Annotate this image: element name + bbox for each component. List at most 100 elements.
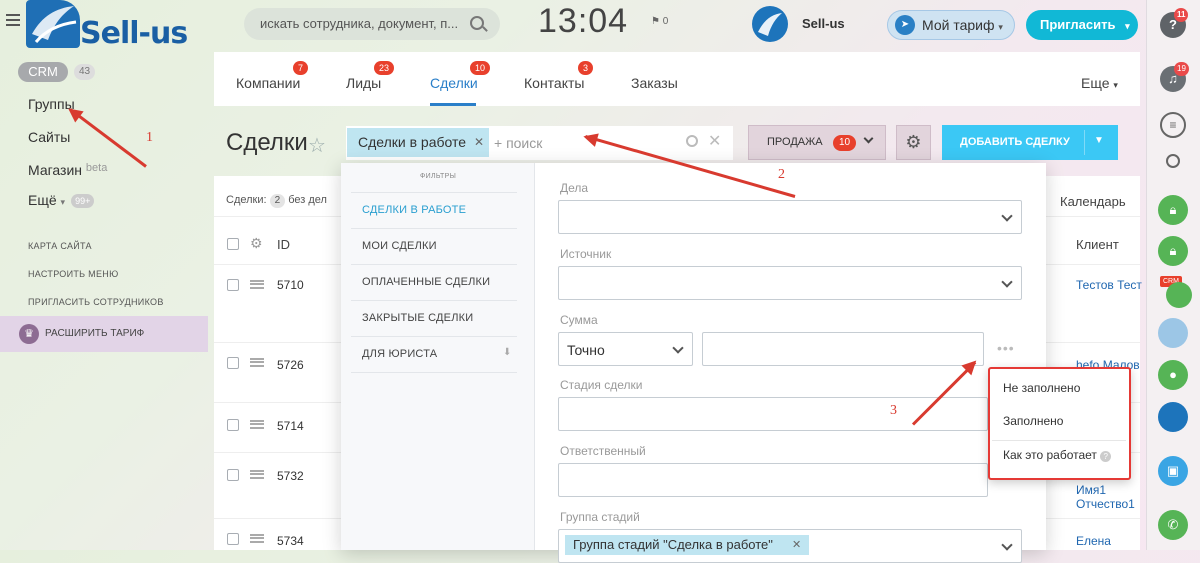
star-icon[interactable]: ☆	[308, 133, 326, 158]
filter-search-input[interactable]: + поиск	[494, 135, 542, 151]
row-checkbox[interactable]	[227, 469, 239, 481]
column-id-header[interactable]: ID	[277, 237, 290, 252]
select-all-checkbox[interactable]	[227, 238, 239, 250]
row-checkbox[interactable]	[227, 533, 239, 545]
pin-icon[interactable]: ⬇	[503, 347, 511, 358]
global-search-input[interactable]: искать сотрудника, документ, п...	[244, 8, 500, 40]
clock[interactable]: 13:04	[538, 2, 628, 41]
tab-more[interactable]: Еще ▾	[1081, 75, 1118, 91]
menu-icon[interactable]	[6, 14, 20, 26]
sidebar-item-shop[interactable]: Магазин beta	[28, 162, 107, 178]
tab-leads[interactable]: Лиды 23	[346, 61, 395, 91]
user-network-icon[interactable]	[1158, 318, 1188, 348]
amount-mode-value: Точно	[567, 342, 605, 358]
lock-icon[interactable]: 🔒︎	[1158, 236, 1188, 266]
menu-item-empty[interactable]: Не заполнено	[1003, 381, 1080, 395]
amount-mode-select[interactable]: Точно	[558, 332, 693, 366]
search-icon[interactable]	[686, 135, 698, 147]
preset-for-lawyer[interactable]: ДЛЯ ЮРИСТА	[362, 348, 516, 360]
flag-count: 0	[662, 16, 669, 27]
remove-filter-icon[interactable]: ✕	[474, 135, 484, 149]
help-icon[interactable]: ?	[1100, 451, 1112, 462]
flag-counter[interactable]: ⚑ 0	[651, 16, 668, 27]
row-menu-icon[interactable]	[250, 470, 264, 479]
row-id[interactable]: 5714	[277, 419, 304, 433]
crm-bot-icon[interactable]: CRM	[1160, 276, 1196, 308]
tab-contacts[interactable]: Контакты 3	[524, 61, 594, 91]
row-menu-icon[interactable]	[250, 358, 264, 367]
add-deal-button[interactable]: ДОБАВИТЬ СДЕЛКУ	[942, 125, 1118, 160]
gear-icon: ⚙	[905, 132, 922, 152]
preset-my-deals[interactable]: МОИ СДЕЛКИ	[362, 240, 516, 252]
close-icon[interactable]: ✕	[708, 131, 721, 151]
phone-icon[interactable]: ✆	[1158, 510, 1188, 540]
row-client[interactable]: Тестов Тест	[1076, 278, 1142, 292]
field-label-source: Источник	[560, 247, 612, 261]
sidebar-item-crm[interactable]: CRM	[18, 62, 68, 82]
more-badge: 99+	[71, 194, 95, 209]
right-search-icon[interactable]	[1166, 154, 1180, 168]
search-icon[interactable]	[470, 16, 484, 30]
tab-deals[interactable]: Сделки 10	[430, 61, 491, 91]
preset-closed-deals[interactable]: ЗАКРЫТЫЕ СДЕЛКИ	[362, 312, 516, 324]
invite-label: Пригласить	[1040, 17, 1116, 32]
preset-divider	[351, 372, 517, 373]
lock-icon[interactable]: 🔒︎	[1158, 195, 1188, 225]
company-icon[interactable]	[1158, 402, 1188, 432]
invite-employees-link[interactable]: ПРИГЛАСИТЬ СОТРУДНИКОВ	[28, 297, 164, 307]
logo-icon[interactable]	[26, 0, 80, 48]
amount-input[interactable]	[702, 332, 984, 366]
more-options-icon[interactable]: •••	[997, 340, 1015, 356]
chevron-down-icon	[1001, 210, 1013, 222]
tab-orders[interactable]: Заказы	[631, 75, 678, 91]
configure-menu-link[interactable]: НАСТРОИТЬ МЕНЮ	[28, 269, 118, 279]
row-menu-icon[interactable]	[250, 534, 264, 543]
menu-item-filled[interactable]: Заполнено	[1003, 414, 1063, 428]
company-avatar-icon[interactable]	[752, 6, 788, 42]
calendar-link[interactable]: Календарь	[1060, 194, 1126, 209]
gear-icon[interactable]: ⚙	[250, 235, 263, 252]
document-icon[interactable]: ▣	[1158, 456, 1188, 486]
row-checkbox[interactable]	[227, 419, 239, 431]
active-filter-tag[interactable]: Сделки в работе	[347, 128, 489, 157]
row-checkbox[interactable]	[227, 279, 239, 291]
row-id[interactable]: 5710	[277, 278, 304, 292]
logo-text[interactable]: Sell-us	[80, 16, 188, 51]
row-id[interactable]: 5734	[277, 534, 304, 548]
row-id[interactable]: 5726	[277, 358, 304, 372]
sidebar-item-more[interactable]: Ещё ▾ 99+	[28, 192, 95, 209]
row-menu-icon[interactable]	[250, 420, 264, 429]
deals-select[interactable]	[558, 200, 1022, 234]
responsible-input[interactable]	[558, 463, 988, 497]
chevron-down-icon[interactable]: ▼	[1094, 135, 1104, 146]
menu-item-how-it-works[interactable]: Как это работает ?	[1003, 448, 1112, 462]
preset-paid-deals[interactable]: ОПЛАЧЕННЫЕ СДЕЛКИ	[362, 276, 516, 288]
page-title: Сделки	[226, 129, 308, 156]
bell-icon[interactable]: ♫ 19	[1160, 62, 1189, 92]
settings-button[interactable]: ⚙	[896, 125, 931, 160]
column-client-header[interactable]: Клиент	[1076, 237, 1119, 252]
company-name[interactable]: Sell-us	[802, 16, 845, 31]
tab-label: Лиды	[346, 75, 382, 91]
stage-group-tag[interactable]: Группа стадий "Сделка в работе"	[565, 535, 809, 555]
preset-deals-in-progress[interactable]: СДЕЛКИ В РАБОТЕ	[362, 204, 516, 216]
sitemap-link[interactable]: КАРТА САЙТА	[28, 241, 92, 251]
summary-label: Сделки:	[226, 194, 267, 206]
help-icon[interactable]: ? 11	[1160, 8, 1189, 38]
source-select[interactable]	[558, 266, 1022, 300]
row-client[interactable]: Елена	[1076, 534, 1111, 548]
chat-icon[interactable]: ≡	[1160, 112, 1186, 138]
pipeline-button[interactable]: ПРОДАЖА	[748, 125, 886, 160]
row-menu-icon[interactable]	[250, 280, 264, 289]
tab-companies[interactable]: Компании 7	[236, 61, 309, 91]
row-id[interactable]: 5732	[277, 469, 304, 483]
notify-badge: 19	[1174, 62, 1189, 76]
sidebar-item-sites[interactable]: Сайты	[28, 129, 70, 145]
remove-tag-icon[interactable]: ✕	[792, 538, 801, 551]
invite-button[interactable]: Пригласить ▾	[1026, 10, 1138, 40]
chevron-down-icon	[672, 342, 684, 354]
row-checkbox[interactable]	[227, 357, 239, 369]
user-icon[interactable]: ●	[1158, 360, 1188, 390]
row-client[interactable]: Имя1 Отчество1	[1076, 483, 1135, 511]
crown-icon: ♛	[19, 324, 39, 344]
